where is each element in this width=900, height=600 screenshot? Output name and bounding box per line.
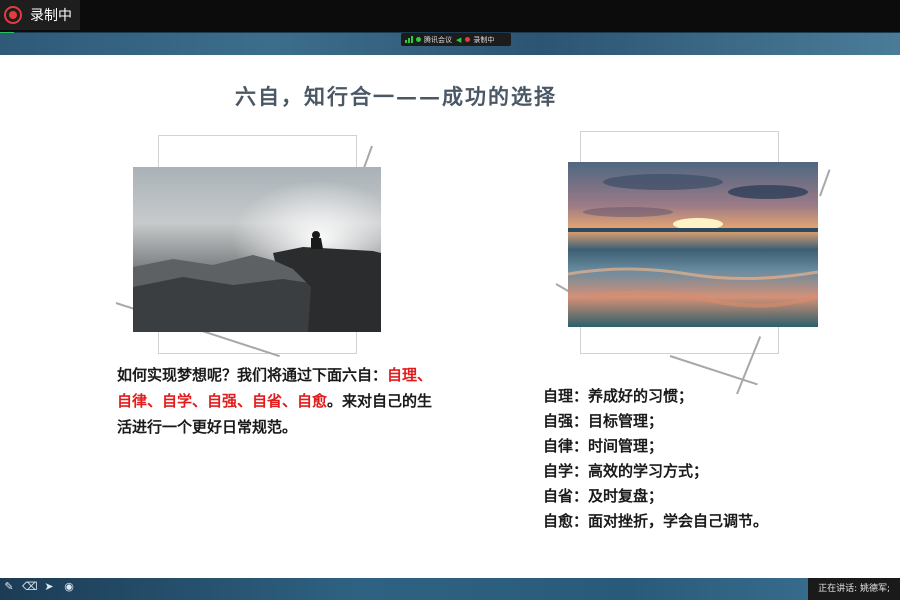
list-item: 自强：目标管理； — [543, 409, 843, 434]
recording-top-bar: 录制中 — [0, 0, 900, 32]
list-sep: ： — [573, 512, 589, 530]
record-circle-icon[interactable]: ◉ — [62, 580, 76, 594]
eraser-icon[interactable]: ⌫ — [22, 580, 38, 594]
meeting-status-pill[interactable]: 腾讯会议 ◀ 录制中 — [401, 33, 511, 46]
list-term: 自愈 — [543, 512, 574, 530]
meeting-status-icon — [416, 37, 421, 42]
left-decorative-line-top — [362, 145, 373, 169]
signal-strength-icon — [405, 36, 413, 43]
list-term: 自律 — [543, 437, 574, 455]
pointer-icon[interactable]: ➤ — [42, 580, 56, 594]
bottom-toolbar: ✎ ⌫ ➤ ◉ 正在讲话: 姚德军; — [0, 578, 900, 600]
list-sep: ： — [573, 387, 589, 405]
list-term: 自省 — [543, 487, 574, 505]
list-sep: ： — [573, 487, 589, 505]
list-desc: 面对挫折，学会自己调节。 — [588, 512, 769, 530]
list-term: 自学 — [543, 462, 574, 480]
presentation-slide: 六自，知行合一——成功的选择 如何实现梦想呢？我们将通过下面六自：自理、自律、自… — [0, 55, 900, 578]
list-item: 自省：及时复盘； — [543, 484, 843, 509]
list-item: 自理：养成好的习惯； — [543, 384, 843, 409]
list-term: 自理 — [543, 387, 574, 405]
slide-title: 六自，知行合一——成功的选择 — [235, 84, 557, 109]
annotation-tools: ✎ ⌫ ➤ ◉ — [0, 578, 76, 596]
list-sep: ： — [573, 437, 589, 455]
right-decorative-line-top — [819, 169, 831, 197]
list-desc: 及时复盘； — [588, 487, 664, 505]
sunset-scene-illustration — [568, 174, 818, 308]
list-sep: ： — [573, 412, 589, 430]
recording-label: 录制中 — [30, 8, 72, 24]
meeting-app-name: 腾讯会议 — [424, 35, 452, 44]
recording-status-button[interactable]: 录制中 — [0, 0, 80, 30]
list-desc: 高效的学习方式； — [588, 462, 709, 480]
list-item: 自律：时间管理； — [543, 434, 843, 459]
list-desc: 目标管理； — [588, 412, 664, 430]
recording-dot-icon — [465, 37, 471, 42]
record-icon — [4, 6, 22, 24]
list-item: 自愈：面对挫折，学会自己调节。 — [543, 509, 843, 534]
list-desc: 养成好的习惯； — [588, 387, 694, 405]
six-self-list: 自理：养成好的习惯； 自强：目标管理； 自律：时间管理； 自学：高效的学习方式；… — [543, 384, 843, 534]
pen-icon[interactable]: ✎ — [2, 580, 16, 594]
intro-paragraph: 如何实现梦想呢？我们将通过下面六自：自理、自律、自学、自强、自省、自愈。来对自己… — [117, 362, 437, 440]
cliff-scene-illustration — [133, 167, 381, 332]
speaker-icon: ◀ — [456, 35, 462, 44]
list-desc: 时间管理； — [588, 437, 664, 455]
cliff-sunrise-photo — [133, 167, 381, 332]
list-sep: ： — [573, 462, 589, 480]
meeting-recording-label: 录制中 — [473, 35, 495, 44]
intro-text: 如何实现梦想呢？我们将通过下面六自： — [117, 366, 388, 384]
list-item: 自学：高效的学习方式； — [543, 459, 843, 484]
beach-sunset-photo — [568, 162, 818, 327]
speaking-indicator: 正在讲话: 姚德军; — [808, 578, 900, 600]
list-term: 自强 — [543, 412, 574, 430]
